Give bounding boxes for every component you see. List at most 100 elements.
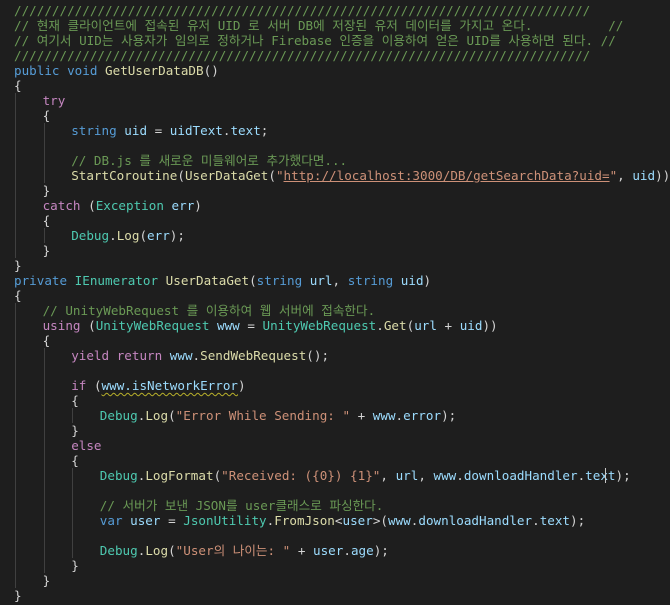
code-token: SendWebRequest [200,348,307,363]
code-line[interactable]: { [43,108,51,123]
code-token: } [14,258,22,273]
code-token: uid [459,318,483,333]
code-line[interactable]: } [71,558,79,573]
code-token: ( [177,168,185,183]
code-line[interactable]: public void GetUserDataDB() [14,63,219,78]
code-token: ( [80,198,96,213]
code-token: Log [145,543,169,558]
code-token: Debug [99,408,138,423]
code-line[interactable]: Debug.Log("User의 나이는: " + user.age); [100,543,389,558]
code-token: "Error While Sending: " [175,408,351,423]
code-line[interactable]: { [14,78,22,93]
code-line[interactable]: yield return www.SendWebRequest(); [71,348,329,363]
code-token: { [14,78,22,93]
code-token: user [130,513,161,528]
code-line[interactable]: Debug.Log("Error While Sending: " + www.… [100,408,456,423]
indent-guide [72,408,74,423]
code-line[interactable]: // UnityWebRequest 를 이용하여 웹 서버에 접속한다. [43,303,376,318]
text-cursor [605,468,606,483]
code-line[interactable]: Debug.Log(err); [71,228,185,243]
code-token: downloadHandler [418,513,533,528]
code-line[interactable]: string uid = uidText.text; [71,123,268,138]
code-line[interactable]: private IEnumerator UserDataGet(string u… [14,273,431,288]
code-line[interactable]: var user = JsonUtility.FromJson<user>(ww… [100,513,585,528]
code-token: ); [570,513,586,528]
code-token: text [585,468,616,483]
indent-guide [72,468,74,558]
code-line[interactable]: else [71,438,101,453]
code-token: ( [86,378,102,393]
code-token: { [71,393,79,408]
code-token: url [395,468,419,483]
code-token: ( [268,168,276,183]
code-token: yield [71,348,110,363]
code-token: + [436,318,460,333]
code-token: ( [168,543,176,558]
code-line[interactable]: StartCoroutine(UserDataGet("http://local… [71,168,670,183]
code-line[interactable]: catch (Exception err) [43,198,202,213]
code-line[interactable]: } [14,588,22,603]
code-token: string [347,273,394,288]
indent-guide [43,348,45,573]
code-token: . [109,228,117,243]
code-token: private [14,273,68,288]
code-line[interactable]: // 현재 클라이언트에 접속된 유저 UID 로 서버 DB에 저장된 유저 … [14,18,623,33]
code-line[interactable]: { [71,453,79,468]
code-token: string [256,273,303,288]
code-token: { [14,288,22,303]
code-line[interactable]: } [43,573,51,588]
code-token: "Received: ({0}) {1}" [221,468,381,483]
code-line[interactable]: // 서버가 보낸 JSON를 user클래스로 파싱한다. [100,498,384,513]
code-token: , [380,468,396,483]
code-token: Log [145,408,169,423]
code-line[interactable]: } [14,258,22,273]
code-line[interactable]: // DB.js 를 새로운 미들웨어로 추가했다면... [71,153,347,168]
code-token: . [395,408,404,423]
code-token: . [532,513,540,528]
code-token: catch [42,198,81,213]
code-line[interactable]: ////////////////////////////////////////… [14,3,590,18]
code-token: + [350,408,373,423]
code-line[interactable]: } [43,243,51,258]
code-editor[interactable]: ////////////////////////////////////////… [0,0,670,605]
code-token: LogFormat [145,468,214,483]
code-token: return [116,348,163,363]
code-token: Debug [99,543,138,558]
code-token: www [388,513,411,528]
code-token: // 서버가 보낸 JSON를 user클래스로 파싱한다. [99,498,384,513]
code-line[interactable]: Debug.LogFormat("Received: ({0}) {1}", u… [100,468,631,483]
code-token: // 여기서 UID는 사용자가 임의로 정하거나 Firebase 인증을 이… [14,33,616,48]
code-line[interactable]: ////////////////////////////////////////… [14,48,590,63]
code-token: void [67,63,98,78]
code-line[interactable]: if (www.isNetworkError) [71,378,245,393]
code-line[interactable]: } [43,183,51,198]
code-token: www [433,468,457,483]
code-token: FromJson [274,513,335,528]
code-token: Exception [95,198,164,213]
code-token: string [71,123,117,138]
code-token: Log [116,228,140,243]
code-token: www [372,408,396,423]
code-token: url [309,273,333,288]
code-token: JsonUtility [183,513,267,528]
code-line[interactable]: { [71,393,79,408]
code-token: Debug [99,468,138,483]
code-line[interactable]: { [43,213,51,228]
code-token: ); [441,408,457,423]
code-token: // 현재 클라이언트에 접속된 유저 UID 로 서버 DB에 저장된 유저 … [14,18,624,33]
code-token: . [456,468,464,483]
code-token: { [42,213,51,228]
code-line[interactable]: try [43,93,66,108]
code-token: UnityWebRequest [95,318,210,333]
code-line[interactable]: using (UnityWebRequest www = UnityWebReq… [43,318,498,333]
code-line[interactable]: { [14,288,22,303]
code-token: Debug [71,228,110,243]
code-line[interactable]: { [43,333,51,348]
code-token: uidText [169,123,223,138]
code-line[interactable]: // 여기서 UID는 사용자가 임의로 정하거나 Firebase 인증을 이… [14,33,616,48]
code-line[interactable]: } [71,423,79,438]
